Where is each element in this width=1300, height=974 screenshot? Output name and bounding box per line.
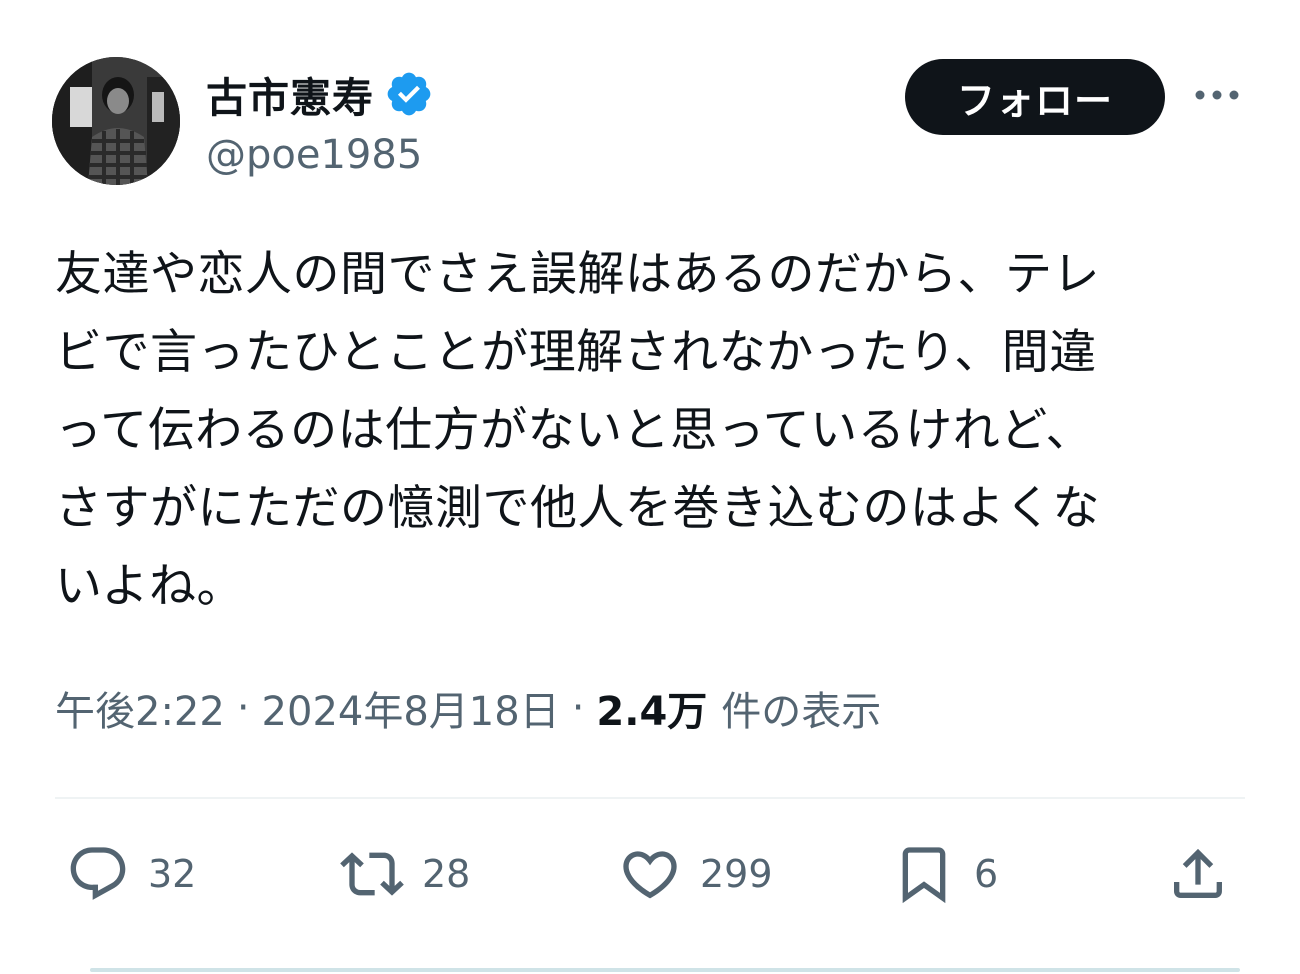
tweet-text: 友達や恋人の間でさえ誤解はあるのだから、テレ ビで言ったひとことが理解されなかっ…: [55, 247, 1100, 614]
like-count: 299: [700, 852, 773, 896]
heart-icon: [623, 851, 677, 899]
tweet-meta: 午後2:22 · 2024年8月18日 · 2.4万 件の表示: [55, 680, 881, 736]
bookmark-icon: [902, 847, 946, 904]
retweet-button[interactable]: 28: [340, 838, 470, 910]
more-horizontal-icon[interactable]: [1192, 74, 1242, 116]
retweet-icon: [340, 852, 404, 896]
display-name[interactable]: 古市憲寿: [206, 64, 374, 124]
reply-icon: [70, 847, 126, 900]
bottom-divider: [90, 968, 1240, 972]
avatar-photo: [52, 57, 180, 185]
views-label[interactable]: 件の表示: [721, 679, 881, 737]
name-row: 古市憲寿: [206, 66, 434, 122]
verified-badge-icon[interactable]: [384, 69, 434, 119]
meta-separator: ·: [571, 685, 585, 731]
like-button[interactable]: 299: [618, 838, 773, 910]
follow-button[interactable]: フォロー: [905, 59, 1165, 135]
views-count[interactable]: 2.4万: [596, 679, 707, 737]
share-button[interactable]: [1166, 838, 1230, 910]
meta-separator: ·: [236, 685, 250, 731]
reply-button[interactable]: 32: [66, 838, 196, 910]
user-handle[interactable]: @poe1985: [206, 132, 422, 178]
bookmark-button[interactable]: 6: [892, 838, 998, 910]
tweet-header: 古市憲寿 @poe1985 フォロー: [0, 0, 1300, 200]
bookmark-count: 6: [974, 852, 999, 896]
retweet-count: 28: [422, 852, 471, 896]
reply-count: 32: [148, 852, 197, 896]
share-icon: [1174, 848, 1222, 898]
tweet-time[interactable]: 午後2:22: [55, 679, 225, 737]
action-bar: 32 28 299 6: [0, 838, 1300, 910]
divider: [55, 797, 1245, 799]
tweet-date[interactable]: 2024年8月18日: [262, 679, 560, 737]
avatar[interactable]: [52, 57, 180, 185]
